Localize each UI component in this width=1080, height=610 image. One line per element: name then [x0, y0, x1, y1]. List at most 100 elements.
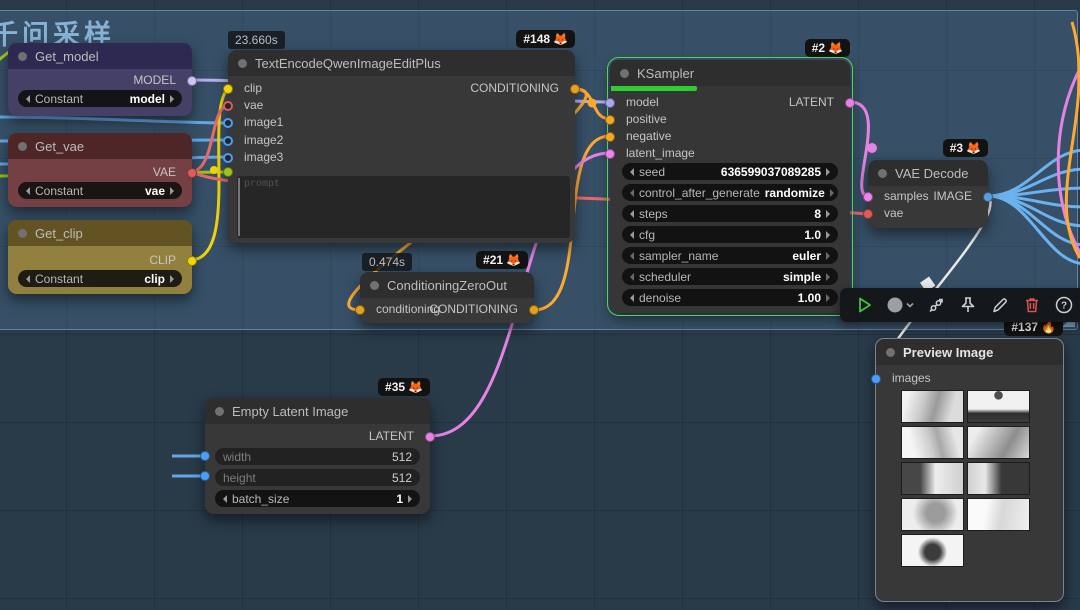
output-port-latent[interactable]	[845, 97, 855, 108]
input-port-image2[interactable]	[223, 135, 233, 146]
decrement-arrow-icon[interactable]	[630, 251, 634, 260]
widget-batch-size[interactable]: batch_size 1	[215, 490, 420, 507]
node-title-bar[interactable]: ConditioningZeroOut	[360, 272, 534, 298]
output-slot-vae[interactable]: VAE	[8, 164, 197, 181]
input-slot-latent-image[interactable]: latent_image	[605, 145, 850, 162]
input-slot-image2[interactable]: image2	[223, 132, 575, 149]
edit-button[interactable]	[986, 292, 1014, 318]
output-slot-conditioning[interactable]: CONDITIONING	[360, 301, 539, 318]
output-slot-latent[interactable]: LATENT	[610, 94, 855, 111]
increment-arrow-icon[interactable]	[826, 293, 830, 302]
node-title-bar[interactable]: Get_model	[8, 43, 192, 69]
preview-thumbnail[interactable]	[967, 498, 1030, 531]
output-port-clip[interactable]	[187, 255, 197, 266]
preview-thumbnail[interactable]	[901, 390, 964, 423]
output-port-conditioning[interactable]	[529, 304, 539, 315]
widget-control-after-generate[interactable]: control_after_generate randomize	[622, 184, 838, 201]
node-title-bar[interactable]: Empty Latent Image	[205, 398, 430, 424]
node-title-bar[interactable]: VAE Decode	[868, 160, 988, 186]
preview-thumbnail[interactable]	[901, 462, 964, 495]
node-conditioning-zero-out[interactable]: 0.474s #21 🦊 ConditioningZeroOut conditio…	[355, 251, 539, 323]
widget-constant-clip[interactable]: Constant clip	[18, 270, 182, 287]
input-port-image3[interactable]	[223, 152, 233, 163]
decrement-arrow-icon[interactable]	[630, 188, 634, 197]
output-slot-clip[interactable]: CLIP	[8, 252, 197, 269]
input-slot-positive[interactable]: positive	[605, 111, 850, 128]
node-get-vae[interactable]: Get_vae VAE Constant vae	[8, 133, 197, 207]
increment-arrow-icon[interactable]	[826, 251, 830, 260]
widget-height[interactable]: height 512	[215, 469, 420, 486]
decrement-arrow-icon[interactable]	[630, 272, 634, 281]
preview-thumbnail[interactable]	[967, 426, 1030, 459]
widget-seed[interactable]: seed 636599037089285	[622, 163, 838, 180]
output-port-model[interactable]	[187, 75, 197, 86]
preview-thumbnail[interactable]	[901, 498, 964, 531]
node-title-bar[interactable]: KSampler	[610, 60, 850, 86]
output-port-latent[interactable]	[425, 431, 435, 442]
widget-steps[interactable]: steps 8	[622, 205, 838, 222]
widget-sampler-name[interactable]: sampler_name euler	[622, 247, 838, 264]
input-slot-vae[interactable]: vae	[863, 205, 988, 222]
node-title-bar[interactable]: Get_clip	[8, 220, 192, 246]
node-empty-latent-image[interactable]: #35 🦊 Empty Latent Image LATENT width 512…	[200, 378, 435, 514]
increment-arrow-icon[interactable]	[826, 167, 830, 176]
output-slot-model[interactable]: MODEL	[8, 72, 197, 89]
node-title-bar[interactable]: Preview Image	[876, 339, 1063, 365]
run-button[interactable]	[850, 292, 878, 318]
preview-thumbnail[interactable]	[967, 390, 1030, 423]
collapse-dot-icon[interactable]	[620, 68, 629, 78]
input-port-vae[interactable]	[223, 100, 233, 111]
output-slot-conditioning[interactable]: CONDITIONING	[228, 80, 580, 97]
node-title-bar[interactable]: TextEncodeQwenImageEditPlus	[228, 50, 575, 76]
increment-arrow-icon[interactable]	[408, 494, 412, 503]
node-preview-image[interactable]: #137 🔥 Preview Image images	[871, 318, 1064, 602]
increment-arrow-icon[interactable]	[826, 230, 830, 239]
node-get-clip[interactable]: Get_clip CLIP Constant clip	[8, 220, 197, 294]
node-graph-canvas[interactable]: 千问采样 Get_model MODEL Constant model Get_…	[0, 0, 1080, 610]
collapse-dot-icon[interactable]	[886, 347, 895, 357]
output-port-image[interactable]	[983, 191, 993, 202]
widget-cfg[interactable]: cfg 1.0	[622, 226, 838, 243]
input-port-vae[interactable]	[863, 208, 873, 219]
pin-button[interactable]	[954, 292, 982, 318]
input-port-height[interactable]	[200, 471, 210, 481]
collapse-dot-icon[interactable]	[238, 58, 247, 68]
collapse-dot-icon[interactable]	[370, 280, 379, 290]
node-get-model[interactable]: Get_model MODEL Constant model	[8, 43, 197, 116]
decrement-arrow-icon[interactable]	[630, 230, 634, 239]
prompt-textarea[interactable]	[237, 176, 570, 238]
input-slot-vae[interactable]: vae	[223, 97, 575, 114]
input-port-images[interactable]	[871, 373, 881, 384]
input-slot-negative[interactable]: negative	[605, 128, 850, 145]
decrement-arrow-icon[interactable]	[26, 274, 30, 283]
increment-arrow-icon[interactable]	[826, 209, 830, 218]
input-port-positive[interactable]	[605, 114, 615, 125]
output-slot-latent[interactable]: LATENT	[205, 428, 435, 445]
decrement-arrow-icon[interactable]	[26, 186, 30, 195]
widget-constant-vae[interactable]: Constant vae	[18, 182, 182, 199]
preview-thumbnail[interactable]	[901, 534, 964, 567]
decrement-arrow-icon[interactable]	[630, 167, 634, 176]
collapse-dot-icon[interactable]	[215, 406, 224, 416]
collapse-dot-icon[interactable]	[18, 228, 27, 238]
node-text-encode-qwen[interactable]: 23.660s #148 🦊 TextEncodeQwenImageEditPlu…	[223, 30, 580, 243]
bypass-button[interactable]	[922, 292, 950, 318]
preview-thumbnail[interactable]	[901, 426, 964, 459]
input-port-width[interactable]	[200, 451, 210, 461]
output-port-conditioning[interactable]	[570, 83, 580, 94]
widget-denoise[interactable]: denoise 1.00	[622, 289, 838, 306]
decrement-arrow-icon[interactable]	[223, 494, 227, 503]
node-title-bar[interactable]: Get_vae	[8, 133, 192, 159]
input-port-latent-image[interactable]	[605, 148, 615, 159]
input-port-image1[interactable]	[223, 117, 233, 128]
increment-arrow-icon[interactable]	[826, 272, 830, 281]
widget-scheduler[interactable]: scheduler simple	[622, 268, 838, 285]
collapse-dot-icon[interactable]	[18, 51, 27, 61]
output-port-vae[interactable]	[187, 167, 197, 178]
node-ksampler[interactable]: #2 🦊 KSampler model LATENT positive negat…	[605, 39, 855, 317]
input-slot-images[interactable]: images	[871, 370, 1063, 387]
decrement-arrow-icon[interactable]	[630, 293, 634, 302]
increment-arrow-icon[interactable]	[170, 94, 174, 103]
input-port-negative[interactable]	[605, 131, 615, 142]
textarea-scrollbar[interactable]	[238, 178, 240, 236]
